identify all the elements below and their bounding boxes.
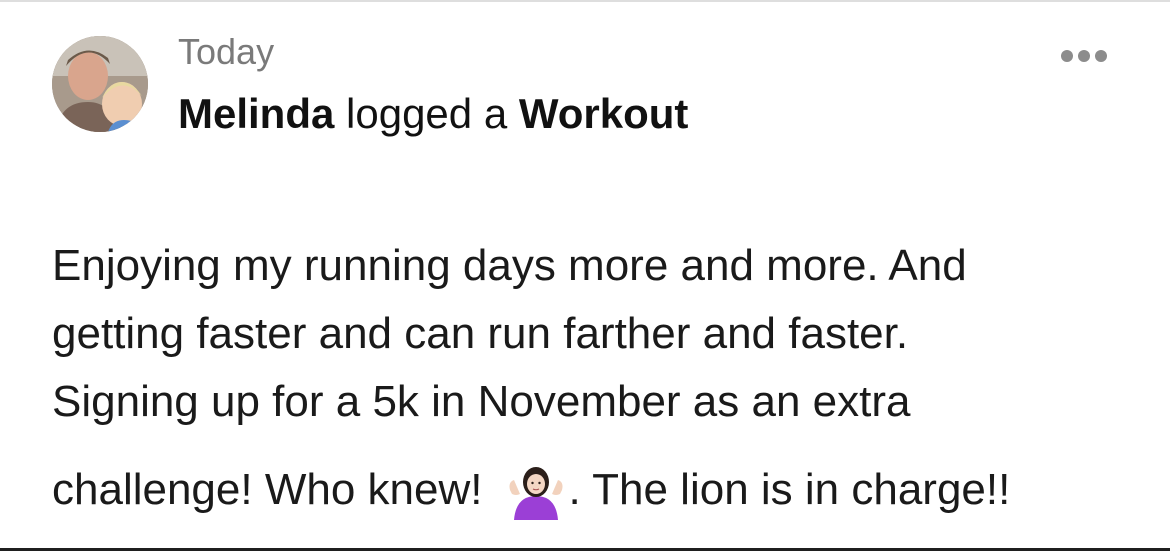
- author-name-link[interactable]: Melinda: [178, 90, 334, 137]
- post-body-text: . The lion is in charge!!: [568, 465, 1011, 514]
- post-body-text: challenge! Who knew!: [52, 465, 483, 514]
- post-body-line: getting faster and can run farther and f…: [52, 309, 909, 358]
- post-body: Enjoying my running days more and more. …: [52, 232, 1152, 524]
- top-divider: [0, 0, 1170, 2]
- workout-link[interactable]: Workout: [519, 90, 689, 137]
- more-horizontal-icon: [1061, 50, 1073, 62]
- more-dot: [1095, 50, 1107, 62]
- action-text: logged a: [334, 90, 519, 137]
- author-avatar[interactable]: [52, 36, 148, 132]
- post-timestamp: Today: [178, 31, 275, 72]
- woman-shrugging-emoji: [509, 467, 563, 520]
- post-headline: Melinda logged a Workout: [178, 88, 688, 140]
- post-body-line: Signing up for a 5k in November as an ex…: [52, 377, 911, 426]
- post-body-line: challenge! Who knew! . The lion is in ch…: [52, 456, 1152, 524]
- more-dot: [1078, 50, 1090, 62]
- more-options-button[interactable]: [1052, 40, 1116, 72]
- avatar-photo: [52, 36, 148, 132]
- post-body-line: Enjoying my running days more and more. …: [52, 241, 967, 290]
